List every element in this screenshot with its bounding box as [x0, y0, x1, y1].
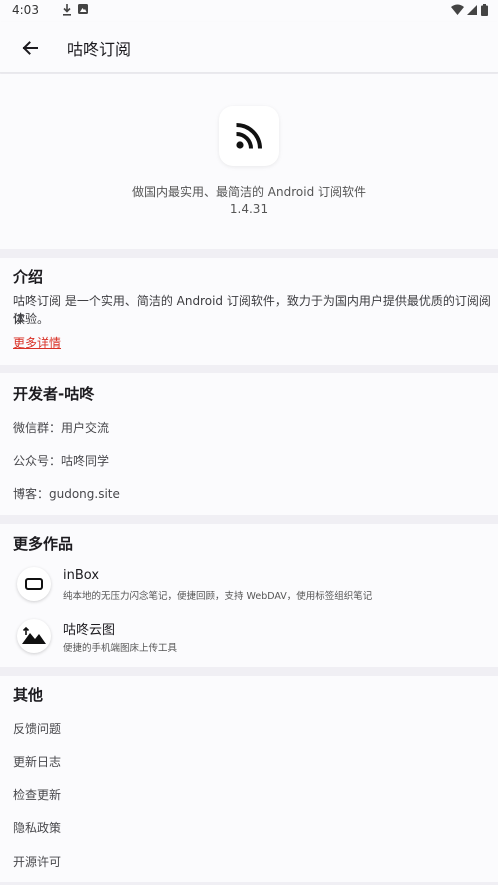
work-item-desc: 便捷的手机端图床上传工具 — [63, 643, 178, 654]
developer-item-wechat-group[interactable]: 微信群：用户交流 — [13, 419, 109, 436]
wifi-icon — [451, 4, 464, 15]
status-bar: 4:03 — [0, 0, 498, 22]
other-item-check-update[interactable]: 检查更新 — [13, 786, 61, 803]
app-version: 1.4.31 — [229, 202, 269, 216]
app-bar: 咕咚订阅 — [0, 22, 498, 73]
mountain-image-icon — [22, 626, 46, 644]
rss-icon — [236, 123, 262, 149]
intro-section: 介绍 咕咚订阅 是一个实用、简洁的 Android 订阅软件，致力于为国内用户提… — [0, 258, 498, 365]
back-button[interactable] — [16, 34, 44, 62]
download-icon — [63, 4, 71, 16]
notification-icons — [62, 4, 88, 16]
cloud-image-app-icon — [17, 619, 51, 653]
other-item-changelog[interactable]: 更新日志 — [13, 753, 61, 770]
app-info-header: 做国内最实用、最简洁的 Android 订阅软件 1.4.31 — [0, 74, 498, 249]
inbox-app-icon — [17, 567, 51, 601]
signal-icon — [467, 5, 477, 15]
page-title: 咕咚订阅 — [67, 40, 132, 59]
other-item-privacy-policy[interactable]: 隐私政策 — [13, 819, 61, 836]
intro-title: 介绍 — [13, 268, 44, 286]
more-works-section: 更多作品 inBox 纯本地的无压力闪念笔记，便捷回顾，支持 WebDAV，使用… — [0, 524, 498, 667]
inbox-icon — [25, 578, 43, 590]
other-item-feedback[interactable]: 反馈问题 — [13, 720, 61, 737]
other-title: 其他 — [13, 686, 44, 704]
developer-item-blog[interactable]: 博客：gudong.site — [13, 485, 120, 502]
more-works-title: 更多作品 — [13, 535, 74, 553]
image-notification-icon — [78, 4, 88, 14]
app-description: 做国内最实用、最简洁的 Android 订阅软件 — [131, 185, 367, 199]
intro-body-line2: 体验。 — [13, 312, 50, 326]
work-item-name: inBox — [63, 568, 100, 583]
developer-section: 开发者-咕咚 微信群：用户交流 公众号：咕咚同学 博客：gudong.site — [0, 373, 498, 515]
app-logo — [219, 106, 279, 166]
other-section: 其他 反馈问题 更新日志 检查更新 隐私政策 开源许可 — [0, 676, 498, 882]
work-item-desc: 纯本地的无压力闪念笔记，便捷回顾，支持 WebDAV，使用标签组织笔记 — [63, 591, 373, 602]
system-icons — [451, 4, 488, 16]
status-time: 4:03 — [12, 3, 39, 17]
work-item-name: 咕咚云图 — [63, 623, 116, 638]
developer-item-official-account[interactable]: 公众号：咕咚同学 — [13, 452, 109, 469]
other-item-open-source-licenses[interactable]: 开源许可 — [13, 853, 61, 870]
arrow-back-icon — [22, 41, 38, 55]
battery-icon — [481, 4, 488, 16]
intro-body-line1: 咕咚订阅 是一个实用、简洁的 Android 订阅软件，致力于为国内用户提供最优… — [13, 294, 491, 326]
more-details-link[interactable]: 更多详情 — [13, 334, 61, 352]
developer-title: 开发者-咕咚 — [13, 385, 95, 403]
